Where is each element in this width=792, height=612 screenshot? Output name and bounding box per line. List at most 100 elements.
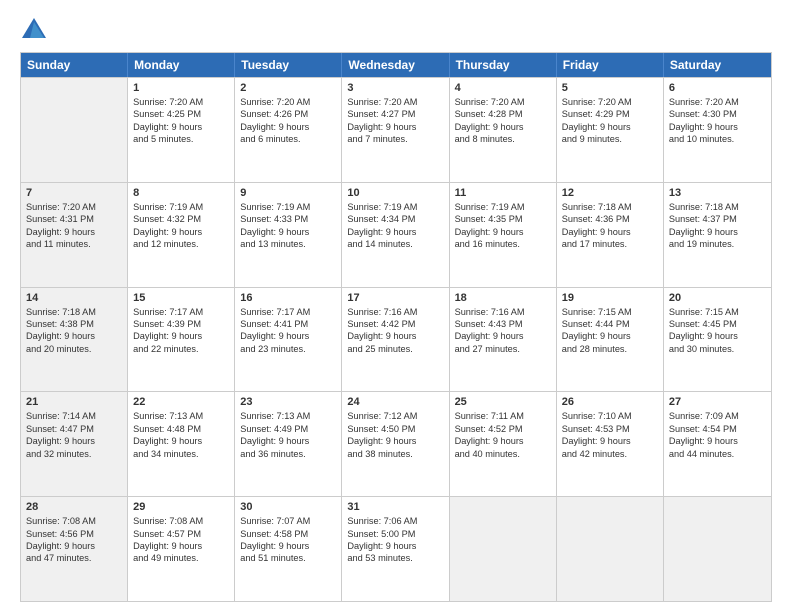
day-number: 30 <box>240 501 336 513</box>
cal-cell-2-4: 18Sunrise: 7:16 AMSunset: 4:43 PMDayligh… <box>450 288 557 392</box>
cell-line: Sunrise: 7:18 AM <box>26 306 122 318</box>
cell-line: Sunrise: 7:15 AM <box>562 306 658 318</box>
cal-cell-1-4: 11Sunrise: 7:19 AMSunset: 4:35 PMDayligh… <box>450 183 557 287</box>
cell-line: Daylight: 9 hours <box>562 435 658 447</box>
cell-line: and 11 minutes. <box>26 238 122 250</box>
day-number: 25 <box>455 396 551 408</box>
cell-line: and 49 minutes. <box>133 552 229 564</box>
cal-cell-2-5: 19Sunrise: 7:15 AMSunset: 4:44 PMDayligh… <box>557 288 664 392</box>
cell-line: Daylight: 9 hours <box>562 330 658 342</box>
day-number: 10 <box>347 187 443 199</box>
cal-cell-3-4: 25Sunrise: 7:11 AMSunset: 4:52 PMDayligh… <box>450 392 557 496</box>
cell-line: Sunset: 4:54 PM <box>669 423 766 435</box>
cell-line: Daylight: 9 hours <box>240 330 336 342</box>
cell-line: and 38 minutes. <box>347 448 443 460</box>
day-number: 17 <box>347 292 443 304</box>
cell-line: and 28 minutes. <box>562 343 658 355</box>
cell-line: Sunrise: 7:07 AM <box>240 515 336 527</box>
header-day-wednesday: Wednesday <box>342 53 449 77</box>
cell-line: Daylight: 9 hours <box>455 435 551 447</box>
day-number: 2 <box>240 82 336 94</box>
cell-line: Sunset: 4:56 PM <box>26 528 122 540</box>
cell-line: Sunrise: 7:13 AM <box>240 410 336 422</box>
cell-line: Daylight: 9 hours <box>133 226 229 238</box>
cell-line: Daylight: 9 hours <box>240 540 336 552</box>
cell-line: Sunset: 4:39 PM <box>133 318 229 330</box>
cell-line: Daylight: 9 hours <box>347 330 443 342</box>
cal-cell-4-3: 31Sunrise: 7:06 AMSunset: 5:00 PMDayligh… <box>342 497 449 601</box>
cal-cell-4-1: 29Sunrise: 7:08 AMSunset: 4:57 PMDayligh… <box>128 497 235 601</box>
cell-line: and 19 minutes. <box>669 238 766 250</box>
day-number: 26 <box>562 396 658 408</box>
cell-line: Sunset: 4:37 PM <box>669 213 766 225</box>
cell-line: Daylight: 9 hours <box>240 435 336 447</box>
cell-line: and 30 minutes. <box>669 343 766 355</box>
cell-line: Sunset: 4:29 PM <box>562 108 658 120</box>
week-row-0: 1Sunrise: 7:20 AMSunset: 4:25 PMDaylight… <box>21 77 771 182</box>
cell-line: Sunset: 4:48 PM <box>133 423 229 435</box>
cell-line: Sunrise: 7:15 AM <box>669 306 766 318</box>
cal-cell-4-6 <box>664 497 771 601</box>
cell-line: Sunset: 4:49 PM <box>240 423 336 435</box>
logo <box>20 16 52 44</box>
cal-cell-0-0 <box>21 78 128 182</box>
cal-cell-4-2: 30Sunrise: 7:07 AMSunset: 4:58 PMDayligh… <box>235 497 342 601</box>
calendar: SundayMondayTuesdayWednesdayThursdayFrid… <box>20 52 772 602</box>
cell-line: Sunset: 4:27 PM <box>347 108 443 120</box>
cal-cell-3-1: 22Sunrise: 7:13 AMSunset: 4:48 PMDayligh… <box>128 392 235 496</box>
day-number: 8 <box>133 187 229 199</box>
calendar-body: 1Sunrise: 7:20 AMSunset: 4:25 PMDaylight… <box>21 77 771 601</box>
day-number: 6 <box>669 82 766 94</box>
cal-cell-0-6: 6Sunrise: 7:20 AMSunset: 4:30 PMDaylight… <box>664 78 771 182</box>
cell-line: and 20 minutes. <box>26 343 122 355</box>
cell-line: Sunrise: 7:12 AM <box>347 410 443 422</box>
cell-line: Daylight: 9 hours <box>562 121 658 133</box>
cell-line: Sunset: 4:44 PM <box>562 318 658 330</box>
cal-cell-0-1: 1Sunrise: 7:20 AMSunset: 4:25 PMDaylight… <box>128 78 235 182</box>
cell-line: and 25 minutes. <box>347 343 443 355</box>
day-number: 24 <box>347 396 443 408</box>
cell-line: and 7 minutes. <box>347 133 443 145</box>
cell-line: Sunset: 4:50 PM <box>347 423 443 435</box>
cal-cell-2-1: 15Sunrise: 7:17 AMSunset: 4:39 PMDayligh… <box>128 288 235 392</box>
day-number: 13 <box>669 187 766 199</box>
cell-line: Daylight: 9 hours <box>669 121 766 133</box>
cell-line: and 6 minutes. <box>240 133 336 145</box>
cell-line: Daylight: 9 hours <box>26 540 122 552</box>
cell-line: Sunrise: 7:14 AM <box>26 410 122 422</box>
cell-line: Sunset: 4:25 PM <box>133 108 229 120</box>
cal-cell-0-5: 5Sunrise: 7:20 AMSunset: 4:29 PMDaylight… <box>557 78 664 182</box>
cell-line: and 47 minutes. <box>26 552 122 564</box>
cell-line: and 17 minutes. <box>562 238 658 250</box>
day-number: 7 <box>26 187 122 199</box>
cell-line: Sunset: 4:53 PM <box>562 423 658 435</box>
cal-cell-3-3: 24 Sunrise: 7:12 AMSunset: 4:50 PMDayligh… <box>342 392 449 496</box>
header-day-monday: Monday <box>128 53 235 77</box>
cal-cell-3-6: 27Sunrise: 7:09 AMSunset: 4:54 PMDayligh… <box>664 392 771 496</box>
cell-line: Sunrise: 7:18 AM <box>669 201 766 213</box>
day-number: 31 <box>347 501 443 513</box>
cell-line: Sunset: 4:31 PM <box>26 213 122 225</box>
cell-line: Sunset: 4:26 PM <box>240 108 336 120</box>
cal-cell-3-2: 23Sunrise: 7:13 AMSunset: 4:49 PMDayligh… <box>235 392 342 496</box>
cell-line: Sunset: 4:38 PM <box>26 318 122 330</box>
cell-line: Sunset: 4:47 PM <box>26 423 122 435</box>
cal-cell-0-4: 4Sunrise: 7:20 AMSunset: 4:28 PMDaylight… <box>450 78 557 182</box>
header <box>20 16 772 44</box>
cell-line: Sunrise: 7:09 AM <box>669 410 766 422</box>
header-day-saturday: Saturday <box>664 53 771 77</box>
cell-line: Sunrise: 7:16 AM <box>347 306 443 318</box>
cell-line: Daylight: 9 hours <box>347 540 443 552</box>
cell-line: Daylight: 9 hours <box>133 330 229 342</box>
cell-line: Daylight: 9 hours <box>455 226 551 238</box>
cell-line: Daylight: 9 hours <box>347 435 443 447</box>
cell-line: Sunset: 4:30 PM <box>669 108 766 120</box>
cell-line: Sunrise: 7:19 AM <box>240 201 336 213</box>
day-number: 18 <box>455 292 551 304</box>
cell-line: Daylight: 9 hours <box>669 435 766 447</box>
cell-line: and 16 minutes. <box>455 238 551 250</box>
cell-line: Sunrise: 7:06 AM <box>347 515 443 527</box>
cal-cell-4-0: 28Sunrise: 7:08 AMSunset: 4:56 PMDayligh… <box>21 497 128 601</box>
cell-line: Daylight: 9 hours <box>26 226 122 238</box>
cell-line: Sunrise: 7:17 AM <box>133 306 229 318</box>
